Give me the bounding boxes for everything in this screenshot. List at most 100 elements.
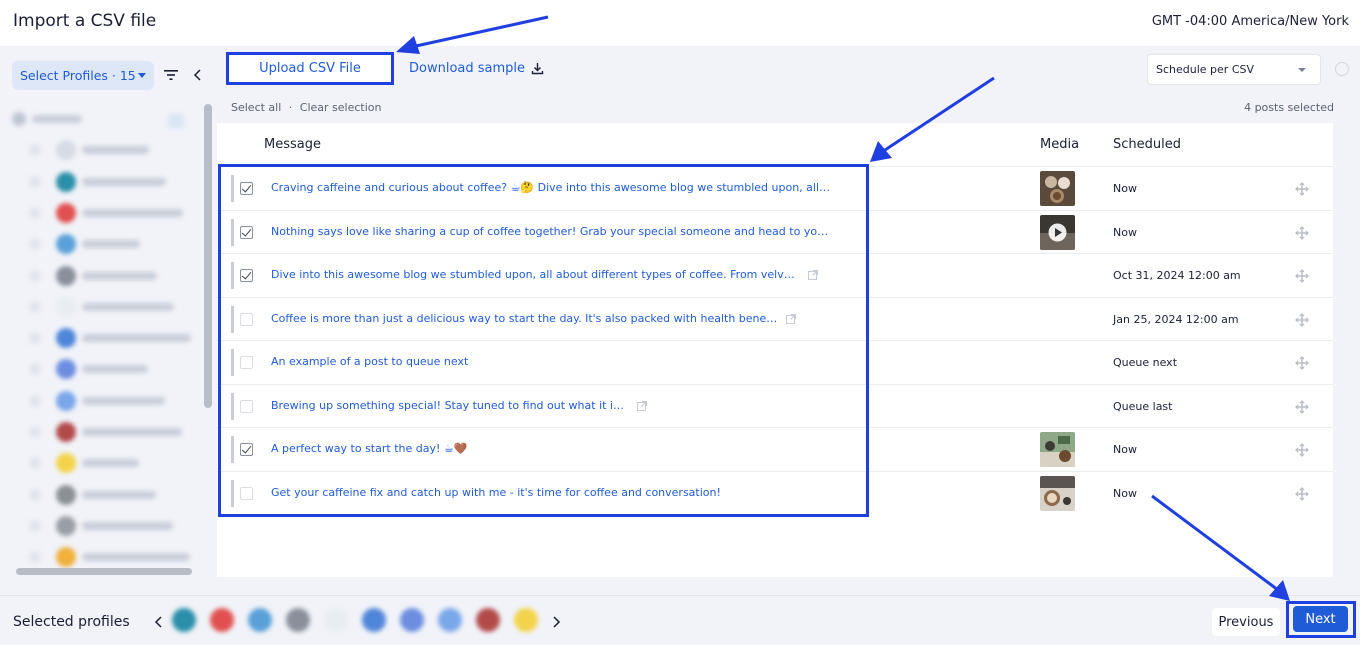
profile-checkbox[interactable]	[30, 207, 40, 218]
profile-list-item[interactable]	[8, 139, 200, 161]
drag-handle-icon[interactable]	[1295, 182, 1309, 196]
external-link-icon[interactable]	[637, 400, 647, 411]
message-text[interactable]: A perfect way to start the day! ☕🤎	[271, 442, 467, 455]
table-row[interactable]: Brewing up something special! Stay tuned…	[217, 383, 1333, 427]
row-checkbox[interactable]	[240, 443, 253, 456]
row-checkbox[interactable]	[240, 486, 253, 500]
download-sample-link[interactable]: Download sample	[409, 61, 544, 76]
selected-profile-avatar[interactable]	[362, 608, 386, 632]
external-link-icon[interactable]	[786, 313, 796, 324]
profile-checkbox[interactable]	[30, 145, 40, 156]
message-text[interactable]: An example of a post to queue next	[271, 355, 468, 368]
clear-selection-link[interactable]: Clear selection	[300, 101, 382, 114]
message-text[interactable]: Nothing says love like sharing a cup of …	[271, 225, 831, 238]
selected-profile-avatar[interactable]	[400, 608, 424, 632]
message-text[interactable]: Coffee is more than just a delicious way…	[271, 312, 778, 325]
message-text[interactable]: Craving caffeine and curious about coffe…	[271, 181, 831, 194]
chevron-right-icon[interactable]	[551, 615, 561, 629]
profile-list-item[interactable]	[8, 452, 200, 474]
profile-list-item[interactable]	[8, 484, 200, 506]
schedule-mode-select[interactable]: Schedule per CSV	[1147, 54, 1321, 85]
drag-handle-icon[interactable]	[1295, 443, 1309, 457]
previous-button[interactable]: Previous	[1212, 608, 1280, 636]
profile-list-item[interactable]	[8, 171, 200, 193]
selected-profile-avatar[interactable]	[514, 608, 538, 632]
drag-handle-icon[interactable]	[1295, 225, 1309, 240]
external-link-icon[interactable]	[808, 270, 818, 280]
profile-list-item[interactable]	[8, 421, 200, 443]
table-row[interactable]: A perfect way to start the day! ☕🤎 Now	[217, 427, 1333, 470]
drag-handle-icon[interactable]	[1295, 356, 1309, 370]
table-row[interactable]: Coffee is more than just a delicious way…	[217, 296, 1333, 340]
selected-profile-avatar[interactable]	[210, 608, 234, 632]
profile-list-item[interactable]	[8, 515, 200, 537]
selected-profile-avatar[interactable]	[438, 608, 462, 632]
profile-checkbox[interactable]	[30, 301, 40, 312]
upload-csv-button[interactable]: Upload CSV File	[226, 52, 394, 85]
selected-profile-avatar[interactable]	[172, 608, 196, 632]
media-thumbnail[interactable]	[1040, 432, 1075, 467]
media-thumbnail[interactable]	[1040, 214, 1075, 250]
selected-profile-avatar[interactable]	[286, 608, 310, 632]
profile-checkbox[interactable]	[30, 176, 40, 187]
media-thumbnail[interactable]	[1040, 475, 1075, 511]
chevron-left-icon[interactable]	[192, 67, 204, 83]
profile-checkbox[interactable]	[30, 458, 40, 469]
table-row[interactable]: Get your caffeine fix and catch up with …	[217, 470, 1333, 514]
avatar	[56, 484, 76, 505]
profile-checkbox[interactable]	[30, 520, 40, 531]
profile-list-item[interactable]	[8, 327, 200, 349]
profile-list	[8, 108, 200, 570]
table-row[interactable]: Dive into this awesome blog we stumbled …	[217, 253, 1333, 296]
media-thumbnail[interactable]	[1040, 171, 1075, 206]
row-checkbox[interactable]	[240, 182, 253, 195]
row-checkbox[interactable]	[240, 356, 253, 369]
selected-profile-avatar[interactable]	[476, 608, 500, 632]
drag-handle-icon[interactable]	[1295, 486, 1309, 501]
drag-handle-icon[interactable]	[1295, 269, 1309, 283]
profile-checkbox[interactable]	[30, 364, 40, 375]
row-checkbox[interactable]	[240, 225, 253, 239]
table-row[interactable]: Craving caffeine and curious about coffe…	[217, 166, 1333, 209]
row-checkbox[interactable]	[240, 312, 253, 326]
profile-list-item[interactable]	[8, 265, 200, 287]
profile-checkbox[interactable]	[30, 427, 40, 437]
message-text[interactable]: Dive into this awesome blog we stumbled …	[271, 268, 800, 281]
table-row[interactable]: Nothing says love like sharing a cup of …	[217, 209, 1333, 253]
selected-profile-avatar[interactable]	[324, 608, 348, 632]
chevron-left-icon[interactable]	[154, 615, 164, 629]
drag-handle-icon[interactable]	[1295, 399, 1309, 414]
vertical-scrollbar[interactable]	[204, 104, 212, 408]
profile-list-item[interactable]	[8, 108, 200, 130]
profile-list-item[interactable]	[8, 358, 200, 380]
select-all-link[interactable]: Select all	[231, 101, 281, 114]
profile-list-item[interactable]	[8, 390, 200, 412]
message-text[interactable]: Get your caffeine fix and catch up with …	[271, 486, 721, 499]
info-icon[interactable]	[1335, 62, 1349, 76]
profile-checkbox[interactable]	[30, 333, 40, 344]
selected-profile-avatar[interactable]	[248, 608, 272, 632]
avatar	[56, 359, 76, 380]
profile-list-item[interactable]	[8, 202, 200, 224]
caret-down-icon	[138, 73, 146, 78]
profile-checkbox[interactable]	[30, 552, 40, 563]
row-checkbox[interactable]	[240, 269, 253, 282]
row-indicator-bar	[231, 349, 234, 376]
profile-checkbox[interactable]	[168, 114, 184, 128]
profile-checkbox[interactable]	[30, 239, 40, 250]
profile-name-placeholder	[82, 334, 191, 343]
profile-list-item[interactable]	[8, 296, 200, 318]
filter-icon[interactable]	[163, 68, 179, 82]
next-button[interactable]: Next	[1293, 606, 1348, 632]
row-checkbox[interactable]	[240, 399, 253, 413]
horizontal-scrollbar[interactable]	[16, 568, 192, 575]
profile-list-item[interactable]	[8, 233, 200, 255]
table-row[interactable]: An example of a post to queue next Queue …	[217, 340, 1333, 383]
message-text[interactable]: Brewing up something special! Stay tuned…	[271, 399, 629, 412]
profile-checkbox[interactable]	[30, 270, 40, 281]
drag-handle-icon[interactable]	[1295, 312, 1309, 327]
profile-checkbox[interactable]	[30, 489, 40, 500]
profile-checkbox[interactable]	[30, 395, 40, 406]
profile-list-item[interactable]	[8, 546, 200, 568]
select-profiles-dropdown[interactable]: Select Profiles · 15	[12, 61, 154, 90]
